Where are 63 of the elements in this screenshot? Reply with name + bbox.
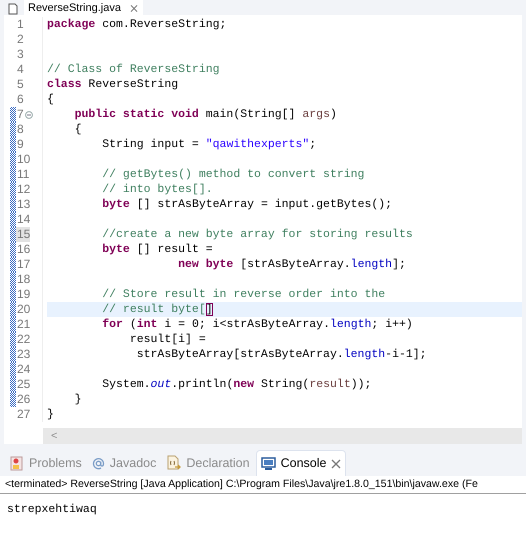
code-line: byte [] strAsByteArray = input.getBytes(); [101,198,392,211]
line-number: 8 [16,122,24,137]
line-number: 18 [16,272,30,287]
line-number: 9 [16,137,24,152]
line-number: 10 [16,152,30,167]
code-line: } [47,408,54,421]
code-line: for (int i = 0; i<strAsByteArray.length; i++) [101,318,413,331]
code-line: { [47,93,54,106]
line-number: 1 [16,17,24,32]
line-number: 7 [16,107,24,122]
line-number: 17 [16,257,30,272]
console-header: <terminated> ReverseString [Java Application] C:\Program Files\Java\jre1.8.0_151\bin\javaw.exe (Fe [5,476,478,492]
code-line: class ReverseString [47,78,178,91]
console-output: strepxehtiwaq [7,503,97,516]
panel-tab[interactable]: Console [256,450,346,476]
code-line: public static void main(String[] args) [74,108,337,121]
code-line: System.out.println(new String(result)); [101,378,372,391]
horizontal-scrollbar[interactable]: < [43,428,522,444]
line-number: 27 [16,407,30,422]
code-line: String input = "qawithexperts"; [101,138,316,151]
line-number: 15 [16,227,30,242]
panel-tab[interactable]: Javadoc [88,450,160,476]
code-line: // into bytes[]. [101,183,213,196]
line-number: 24 [16,362,30,377]
code-line: byte [] result = [101,243,213,256]
code-line: result[i] = [128,333,206,346]
panel-tab[interactable]: Problems [6,450,86,476]
code-line: package com.ReverseString; [47,18,226,31]
line-number: 25 [16,377,30,392]
scroll-left-arrow[interactable]: < [51,428,58,444]
code-line: // Store result in reverse order into the [101,288,386,301]
line-number: 23 [16,347,30,362]
warning-list-icon [10,456,24,470]
line-number: 5 [16,77,24,92]
line-number: 12 [16,182,30,197]
monitor-icon [260,456,276,470]
line-number: 4 [16,62,24,77]
line-number: 3 [16,47,24,62]
code-line: { [74,123,82,136]
line-number: 21 [16,317,30,332]
line-number: 6 [16,92,24,107]
line-number: 20 [16,302,30,317]
close-icon[interactable]: ⨯ [128,0,139,14]
code-line: strAsByteArray[strAsByteArray.length-i-1]; [136,348,427,361]
code-line: new byte [strAsByteArray.length]; [177,258,406,271]
code-line: // getBytes() method to convert string [101,168,364,181]
document-arrow-icon [166,455,182,471]
code-line: } [74,393,82,406]
editor-tab[interactable]: ReverseString.java ⨯ [24,0,143,15]
line-number: 11 [16,167,30,182]
close-icon[interactable] [331,458,342,468]
line-number: 13 [16,197,30,212]
code-line: //create a new byte array for storing results [101,228,413,241]
line-number: 26 [16,392,30,407]
line-number: 2 [16,32,24,47]
line-number: 22 [16,332,30,347]
panel-tab[interactable]: Declaration [162,450,254,476]
line-number: 16 [16,242,30,257]
at-sign-icon [92,456,105,470]
line-number: 19 [16,287,30,302]
line-number: 14 [16,212,30,227]
collapse-icon[interactable] [24,110,33,118]
code-line: // Class of ReverseString [47,63,220,76]
